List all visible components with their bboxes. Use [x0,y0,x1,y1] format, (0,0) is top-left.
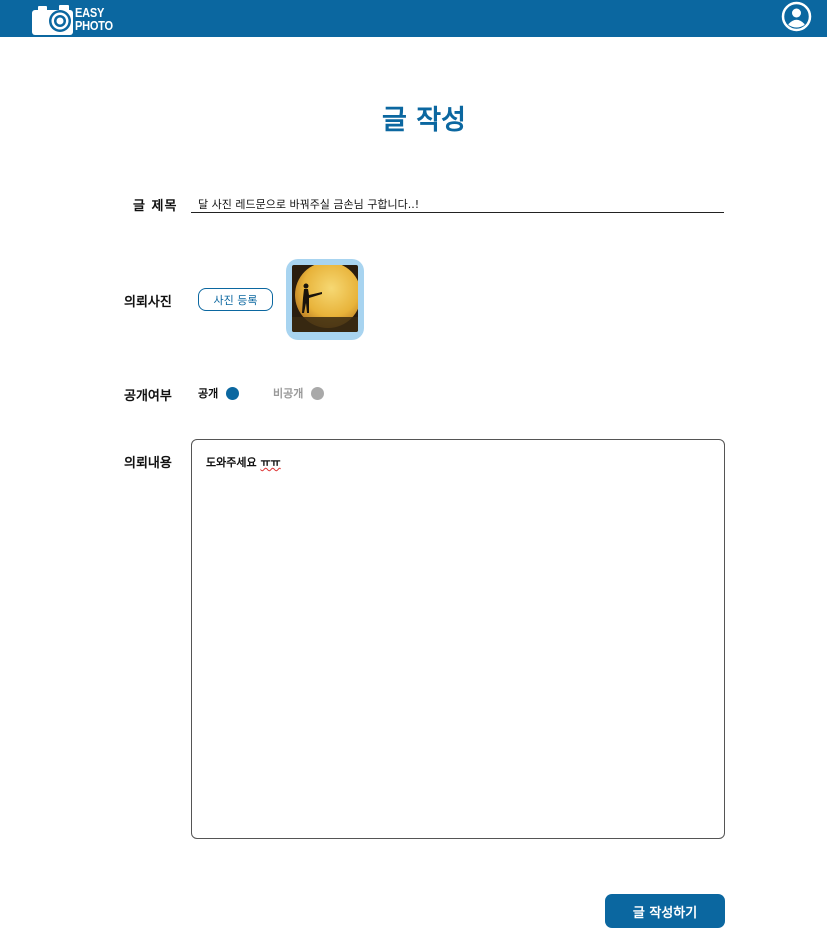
radio-private[interactable]: 비공개 [273,385,325,401]
visibility-label: 공개여부 [124,389,172,404]
uploaded-photo-thumbnail[interactable] [286,259,364,340]
content-textarea[interactable]: 도와주세요 ㅠㅠ [191,439,725,839]
photo-upload-button[interactable]: 사진 등록 [198,288,273,311]
page-title: 글 작성 [382,105,466,136]
easy-photo-logo[interactable]: EASY PHOTO [32,0,120,37]
content-text-spellcheck: ㅠㅠ [260,456,281,469]
radio-unselected-indicator [311,386,325,400]
camera-icon [32,4,73,35]
photo-label: 의뢰사진 [124,295,172,310]
submit-post-button[interactable]: 글 작성하기 [605,894,725,928]
radio-private-label: 비공개 [273,387,304,400]
logo-line-2: PHOTO [75,17,113,33]
radio-public-label: 공개 [198,387,219,400]
radio-selected-indicator [226,386,240,400]
title-input[interactable] [191,195,724,213]
user-profile-button[interactable] [781,1,812,32]
content-label: 의뢰내용 [124,456,172,471]
moon-photo-image [292,265,358,332]
content-text: 도와주세요 [206,456,261,469]
radio-public[interactable]: 공개 [198,385,240,401]
title-label: 글 제목 [133,199,178,214]
user-circle-icon [781,1,812,32]
top-navbar: EASY PHOTO [0,0,827,37]
logo-wordmark: EASY PHOTO [75,6,113,32]
